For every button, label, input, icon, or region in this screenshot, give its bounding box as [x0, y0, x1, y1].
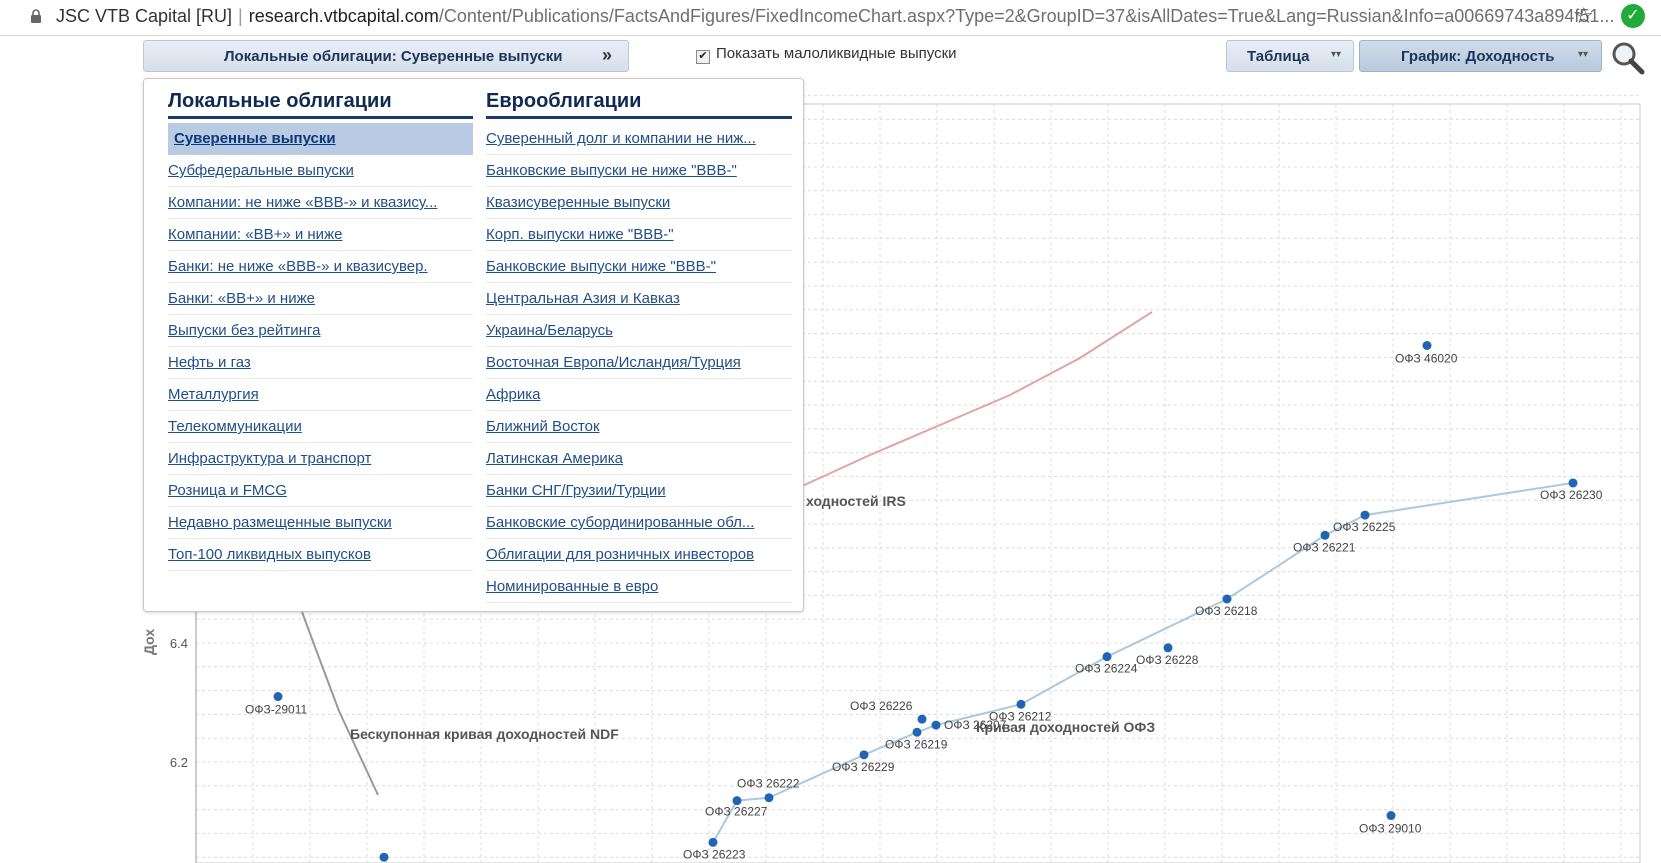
bond-point-label: ОФЗ 26223	[683, 847, 746, 861]
menu-item-local[interactable]: Телекоммуникации	[168, 411, 473, 443]
menu-item-euro[interactable]: Банковские выпуски ниже "BBB-"	[486, 251, 792, 283]
menu-item-local[interactable]: Нефть и газ	[168, 347, 473, 379]
menu-item-euro[interactable]: Номинированные в евро	[486, 571, 792, 603]
menu-item-euro[interactable]: Банки СНГ/Грузии/Турции	[486, 475, 792, 507]
menu-item-local[interactable]: Компании: не ниже «BBB-» и квазису...	[168, 187, 473, 219]
bond-point-label: ОФЗ 26219	[885, 737, 948, 751]
ofz-bond-point	[1163, 643, 1173, 653]
menu-item-euro[interactable]: Ближний Восток	[486, 411, 792, 443]
y-tick-label: 6.2	[170, 755, 188, 770]
ofz-bond-point	[708, 837, 718, 847]
table-button-label: Таблица	[1247, 48, 1310, 65]
bond-point-label: ОФЗ 26227	[705, 805, 768, 819]
bond-point-label: ОФЗ 26221	[1293, 540, 1356, 554]
ofz-bond-point	[1102, 652, 1112, 662]
y-tick-label: 6.4	[170, 636, 188, 651]
bond-group-selector[interactable]: Локальные облигации: Суверенные выпуски …	[143, 40, 629, 72]
menu-item-euro[interactable]: Центральная Азия и Кавказ	[486, 283, 792, 315]
eurobonds-column: Еврооблигации Суверенный долг и компании…	[486, 89, 792, 603]
menu-item-local[interactable]: Розница и FMCG	[168, 475, 473, 507]
bond-point-label: ОФЗ 26222	[737, 777, 800, 791]
menu-item-local[interactable]: Суверенные выпуски	[168, 123, 473, 155]
ofz-bond-point	[931, 720, 941, 730]
standalone-bond-point	[379, 852, 389, 862]
ofz-bond-point	[859, 750, 869, 760]
y-axis-label: Дох	[141, 629, 157, 655]
illiquid-toggle[interactable]: ✔ Показать малоликвидные выпуски	[696, 45, 957, 64]
local-bonds-heading: Локальные облигации	[168, 89, 473, 119]
ofz-bond-point	[764, 793, 774, 803]
menu-item-local[interactable]: Недавно размещенные выпуски	[168, 507, 473, 539]
ofz-bond-point	[1360, 510, 1370, 520]
menu-item-euro[interactable]: Банковские субординированные обл...	[486, 507, 792, 539]
eurobonds-heading: Еврооблигации	[486, 89, 792, 119]
menu-item-euro[interactable]: Квазисуверенные выпуски	[486, 187, 792, 219]
menu-item-euro[interactable]: Банковские выпуски не ниже "BBB-"	[486, 155, 792, 187]
menu-item-euro[interactable]: Суверенный долг и компании не ниж...	[486, 123, 792, 155]
ofz-bond-point	[1222, 594, 1232, 604]
table-view-button[interactable]: Таблица ▾▾	[1226, 40, 1354, 72]
ofz-bond-point	[1320, 530, 1330, 540]
standalone-bond-point	[273, 692, 283, 702]
bond-point-label: ОФЗ 26224	[1075, 662, 1138, 676]
illiquid-checkbox[interactable]: ✔	[696, 50, 710, 64]
bond-point-label: ОФЗ 29010	[1359, 822, 1422, 836]
chevron-down-icon: ▾▾	[1331, 49, 1342, 60]
chart-view-button[interactable]: График: Доходность ▾▾	[1359, 40, 1602, 72]
bond-point-label: ОФЗ 26229	[832, 760, 895, 774]
bond-point-label: ОФЗ 26218	[1195, 604, 1258, 618]
menu-item-euro[interactable]: Украина/Беларусь	[486, 315, 792, 347]
menu-item-local[interactable]: Металлургия	[168, 379, 473, 411]
double-chevron-icon: »	[601, 45, 612, 65]
menu-item-euro[interactable]: Корп. выпуски ниже "BBB-"	[486, 219, 792, 251]
menu-item-local[interactable]: Банки: не ниже «BBB-» и квазисувер.	[168, 251, 473, 283]
menu-item-local[interactable]: Компании: «BB+» и ниже	[168, 219, 473, 251]
illiquid-checkbox-label: Показать малоликвидные выпуски	[716, 45, 957, 62]
chevron-down-icon: ▾▾	[1578, 49, 1589, 60]
bond-point-label: ОФЗ 26226	[850, 699, 913, 713]
standalone-bond-point	[1422, 341, 1432, 350]
menu-item-local[interactable]: Инфраструктура и транспорт	[168, 443, 473, 475]
menu-item-local[interactable]: Топ-100 ликвидных выпусков	[168, 539, 473, 571]
ndf-curve-name: Бескупонная кривая доходностей NDF	[350, 726, 619, 742]
menu-item-euro[interactable]: Латинская Америка	[486, 443, 792, 475]
zoom-search-icon[interactable]	[1610, 40, 1646, 76]
menu-item-local[interactable]: Банки: «BB+» и ниже	[168, 283, 473, 315]
menu-item-euro[interactable]: Облигации для розничных инвесторов	[486, 539, 792, 571]
standalone-bond-point	[1386, 811, 1396, 821]
chart-button-label: График: Доходность	[1401, 48, 1555, 65]
ofz-bond-point	[912, 727, 922, 737]
ofz-bond-point	[917, 714, 927, 724]
selector-label: Локальные облигации: Суверенные выпуски	[224, 48, 563, 65]
irs-curve-name: ходностей IRS	[806, 493, 906, 509]
menu-item-euro[interactable]: Восточная Европа/Исландия/Турция	[486, 347, 792, 379]
bond-point-label: ОФЗ 26230	[1540, 488, 1603, 502]
ofz-bond-point	[1016, 699, 1026, 709]
menu-item-local[interactable]: Выпуски без рейтинга	[168, 315, 473, 347]
bond-point-label: ОФЗ-29011	[245, 703, 308, 717]
ofz-bond-point	[1568, 478, 1578, 488]
bond-group-dropdown: Локальные облигации Суверенные выпуски С…	[143, 78, 804, 612]
local-bonds-column: Локальные облигации Суверенные выпуски С…	[168, 89, 473, 571]
bond-point-label: ОФЗ 26225	[1333, 520, 1396, 534]
bond-point-label: ОФЗ 46020	[1395, 352, 1458, 366]
ofz-curve-name: Кривая доходностей ОФЗ	[976, 719, 1155, 735]
menu-item-euro[interactable]: Африка	[486, 379, 792, 411]
menu-item-local[interactable]: Субфедеральные выпуски	[168, 155, 473, 187]
bond-point-label: ОФЗ 26228	[1136, 653, 1199, 667]
